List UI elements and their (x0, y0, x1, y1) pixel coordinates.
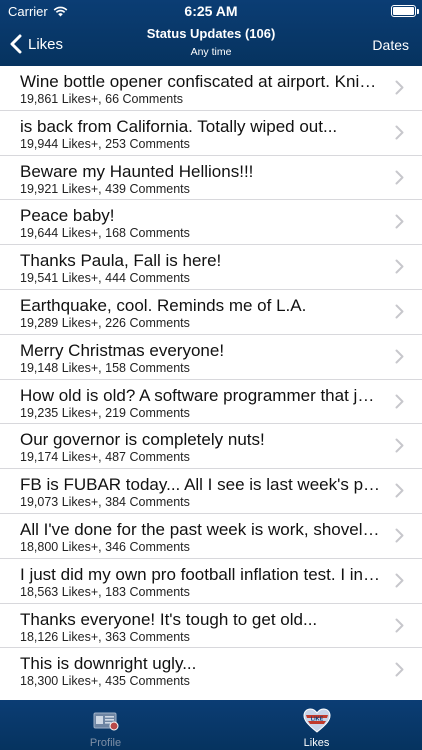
status-text: Thanks everyone! It's tough to get old..… (20, 609, 318, 629)
chevron-right-icon (395, 618, 404, 633)
status-stats: 19,944 Likes+, 253 Comments (20, 136, 190, 151)
status-stats: 18,563 Likes+, 183 Comments (20, 584, 190, 599)
chevron-right-icon (395, 394, 404, 409)
status-stats: 18,300 Likes+, 435 Comments (20, 674, 190, 689)
tab-profile[interactable]: Profile (0, 700, 211, 750)
dates-button[interactable]: Dates (372, 37, 409, 53)
tab-bar: Profile LIKE Likes (0, 700, 422, 750)
list-item[interactable]: Thanks Paula, Fall is here! 19,541 Likes+… (0, 245, 422, 290)
list-item[interactable]: Merry Christmas everyone! 19,148 Likes+, … (0, 334, 422, 380)
chevron-right-icon (395, 259, 404, 274)
chevron-right-icon (395, 438, 404, 453)
status-stats: 19,861 Likes+, 66 Comments (20, 92, 183, 106)
status-text: Earthquake, cool. Reminds me of L.A. (20, 295, 307, 315)
status-stats: 18,126 Likes+, 363 Comments (20, 629, 190, 644)
status-text: This is downright ugly... (20, 654, 197, 674)
tab-likes-label: Likes (303, 737, 330, 749)
tab-profile-label: Profile (89, 737, 122, 749)
list-item[interactable]: Peace baby! 19,644 Likes+, 168 Comments (0, 200, 422, 246)
chevron-right-icon (395, 80, 404, 95)
list-item[interactable]: Beware my Haunted Hellions!!! 19,921 Like… (0, 155, 422, 201)
tab-likes[interactable]: LIKE Likes (211, 700, 422, 750)
battery-level (393, 7, 414, 15)
page-title: Status Updates (106) (146, 26, 276, 41)
likes-badge-text: LIKE (310, 716, 323, 722)
list-item[interactable]: How old is old? A software programmer th… (0, 379, 422, 425)
status-stats: 18,800 Likes+, 346 Comments (20, 539, 190, 554)
chevron-right-icon (395, 125, 404, 140)
chevron-right-icon (395, 349, 404, 364)
status-text: Thanks Paula, Fall is here! (20, 251, 222, 271)
status-stats: 19,644 Likes+, 168 Comments (20, 226, 190, 241)
list-item[interactable]: This is downright ugly... 18,300 Likes+, … (0, 648, 422, 694)
status-text: Beware my Haunted Hellions!!! (20, 161, 254, 181)
list-item[interactable]: Wine bottle opener confiscated at airpor… (0, 66, 422, 111)
list-item[interactable]: I just did my own pro football inflation… (0, 558, 422, 604)
profile-card-icon (93, 712, 118, 731)
status-bar: Carrier 6:25 AM (0, 0, 422, 22)
chevron-right-icon (395, 483, 404, 498)
list-item[interactable]: All I've done for the past week is work,… (0, 513, 422, 559)
status-stats: 19,073 Likes+, 384 Comments (20, 495, 190, 510)
status-stats: 19,541 Likes+, 444 Comments (20, 271, 190, 286)
navigation-bar: Carrier 6:25 AM Likes Status Updates (10… (0, 0, 422, 66)
status-text: How old is old? A software programmer th… (20, 385, 382, 405)
status-text: All I've done for the past week is work,… (20, 519, 382, 539)
page-subtitle: Any time (190, 46, 232, 58)
status-stats: 19,289 Likes+, 226 Comments (20, 315, 190, 330)
status-text: is back from California. Totally wiped o… (20, 116, 338, 136)
battery-icon (391, 5, 419, 17)
status-time: 6:25 AM (184, 3, 238, 19)
chevron-right-icon (395, 662, 404, 677)
list-item[interactable]: Earthquake, cool. Reminds me of L.A. 19,2… (0, 289, 422, 335)
status-text: Wine bottle opener confiscated at airpor… (20, 72, 382, 91)
status-text: Our governor is completely nuts! (20, 430, 265, 450)
list-item[interactable]: FB is FUBAR today... All I see is last w… (0, 469, 422, 514)
likes-heart-icon: LIKE (302, 708, 331, 733)
status-text: FB is FUBAR today... All I see is last w… (20, 475, 382, 495)
status-stats: 19,148 Likes+, 158 Comments (20, 360, 190, 375)
chevron-right-icon (395, 170, 404, 185)
chevron-right-icon (395, 214, 404, 229)
list-item[interactable]: is back from California. Totally wiped o… (0, 110, 422, 156)
chevron-right-icon (395, 528, 404, 543)
status-text: Peace baby! (20, 206, 115, 226)
status-update-list[interactable]: Wine bottle opener confiscated at airpor… (0, 66, 422, 700)
chevron-right-icon (395, 304, 404, 319)
status-text: I just did my own pro football inflation… (20, 564, 382, 584)
status-stats: 19,921 Likes+, 439 Comments (20, 181, 190, 196)
status-stats: 19,174 Likes+, 487 Comments (20, 450, 190, 465)
list-item[interactable]: Thanks everyone! It's tough to get old..… (0, 603, 422, 649)
status-stats: 19,235 Likes+, 219 Comments (20, 405, 190, 420)
list-item[interactable]: Our governor is completely nuts! 19,174 L… (0, 424, 422, 470)
chevron-right-icon (395, 573, 404, 588)
status-text: Merry Christmas everyone! (20, 340, 225, 360)
